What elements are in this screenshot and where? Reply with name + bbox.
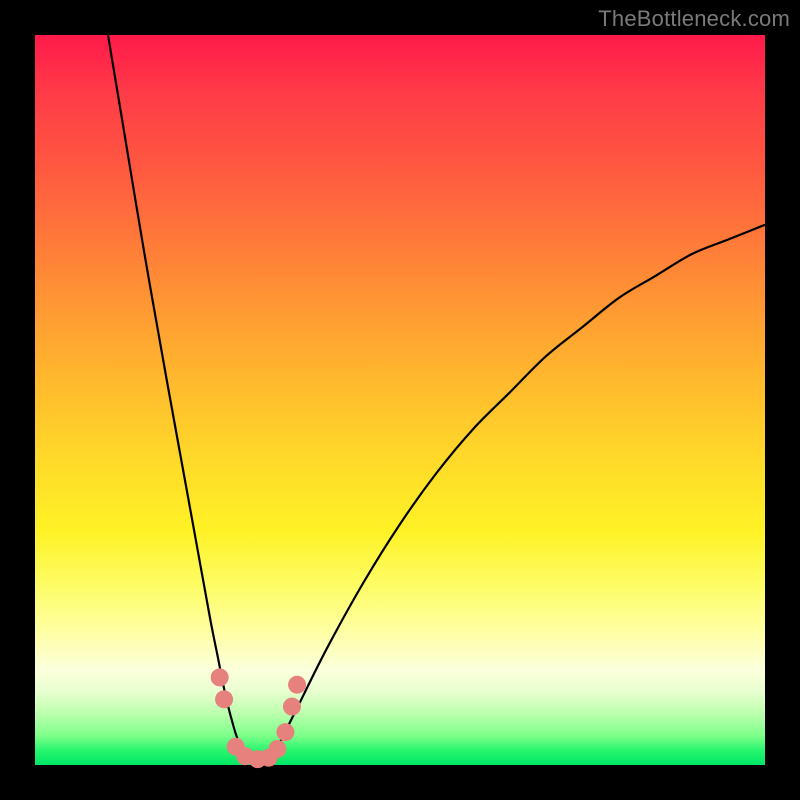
watermark-text: TheBottleneck.com (598, 6, 790, 32)
data-marker (211, 668, 229, 686)
data-marker (268, 740, 286, 758)
data-marker (276, 723, 294, 741)
plot-area (35, 35, 765, 765)
bottleneck-curve (108, 35, 765, 765)
data-marker (288, 676, 306, 694)
data-marker (215, 690, 233, 708)
chart-frame: TheBottleneck.com (0, 0, 800, 800)
data-marker (283, 698, 301, 716)
curve-svg (35, 35, 765, 765)
